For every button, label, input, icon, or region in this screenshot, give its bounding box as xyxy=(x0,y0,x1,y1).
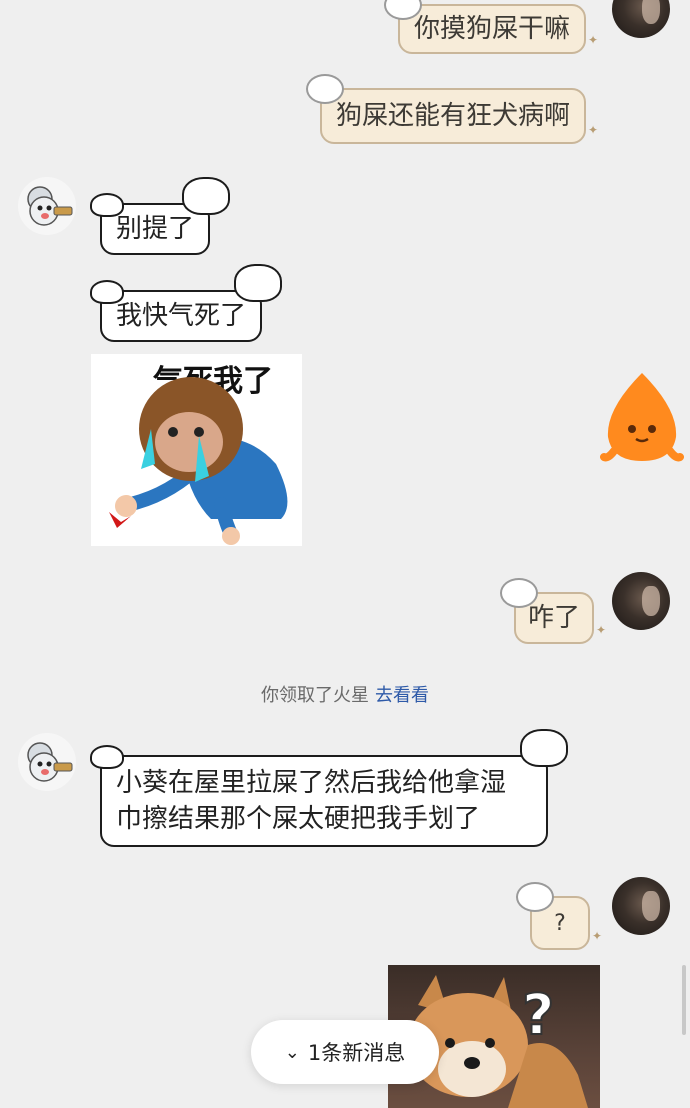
message-text: 巾擦结果那个屎太硬把我手划了 xyxy=(116,804,481,834)
my-avatar[interactable] xyxy=(612,572,670,630)
message-bubble-out[interactable]: 狗屎还能有狂犬病啊 xyxy=(305,74,598,148)
chevrons-down-icon: ⌄ xyxy=(284,1041,300,1063)
scrollbar[interactable] xyxy=(682,965,686,1035)
mascot-icon[interactable] xyxy=(600,371,684,467)
friend-avatar[interactable] xyxy=(18,733,76,791)
message-text: 小葵在屋里拉屎了然后我给他拿湿 xyxy=(116,768,507,798)
message-text: 狗屎还能有狂犬病啊 xyxy=(336,101,571,131)
new-messages-label: 1条新消息 xyxy=(307,1041,406,1065)
message-bubble-out[interactable]: 你摸狗屎干嘛 xyxy=(383,0,598,58)
message-bubble-in[interactable]: 小葵在屋里拉屎了然后我给他拿湿 巾擦结果那个屎太硬把我手划了 xyxy=(90,729,568,847)
message-text: 我快气死了 xyxy=(116,301,247,331)
cartoon-mouse-icon xyxy=(27,186,73,226)
system-notice: 你领取了火星 去看看 xyxy=(0,681,690,707)
system-text: 你领取了火星 xyxy=(261,685,369,706)
message-bubble-in[interactable]: 别提了 xyxy=(89,177,231,255)
message-text: 你摸狗屎干嘛 xyxy=(414,14,571,44)
cartoon-mouse-icon xyxy=(27,742,73,782)
new-messages-button[interactable]: ⌄ 1条新消息 xyxy=(251,1020,439,1084)
message-text: 咋了 xyxy=(528,603,581,633)
sticker-image[interactable]: 气死我了 xyxy=(91,354,302,546)
question-mark-overlay: ? xyxy=(521,982,556,1049)
my-avatar[interactable] xyxy=(612,877,670,935)
message-text: 别提了 xyxy=(116,214,195,244)
crying-monkey-sticker xyxy=(109,377,288,545)
go-see-link[interactable]: 去看看 xyxy=(375,685,429,706)
friend-avatar[interactable] xyxy=(18,177,76,235)
message-text: ? xyxy=(554,911,566,936)
message-bubble-out[interactable]: ? xyxy=(516,882,602,954)
my-avatar[interactable] xyxy=(612,0,670,38)
message-bubble-out[interactable]: 咋了 xyxy=(499,578,606,648)
message-bubble-in[interactable]: 我快气死了 xyxy=(89,264,283,342)
